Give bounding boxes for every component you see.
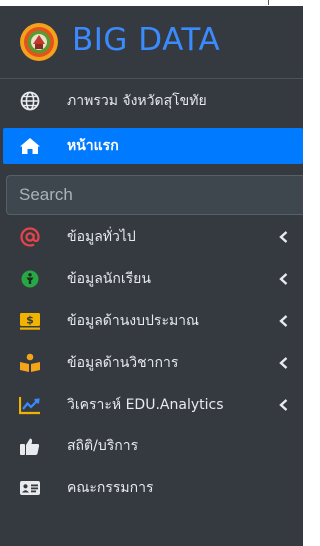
nav-item-student-info[interactable]: ข้อมูลนักเรียน bbox=[0, 261, 303, 297]
thumbs-up-icon bbox=[20, 438, 40, 455]
nav-item-overview[interactable]: ภาพรวม จังหวัดสุโขทัย bbox=[0, 83, 303, 119]
nav-item-student-info-label: ข้อมูลนักเรียน bbox=[67, 271, 151, 287]
nav-item-statistics-label: สถิติ/บริการ bbox=[67, 438, 139, 454]
at-sign-icon bbox=[20, 227, 40, 247]
book-reader-icon bbox=[20, 353, 40, 372]
sidebar-search-input[interactable] bbox=[6, 175, 303, 215]
seal-logo-icon bbox=[20, 23, 58, 61]
svg-text:$: $ bbox=[26, 314, 34, 327]
chevron-left-icon bbox=[279, 357, 288, 369]
nav-item-general-info[interactable]: ข้อมูลทั่วไป bbox=[0, 219, 303, 255]
id-card-icon bbox=[20, 481, 40, 495]
globe-icon bbox=[20, 91, 40, 111]
brand-link[interactable]: BIG DATA bbox=[0, 6, 303, 79]
nav-item-committee-label: คณะกรรมการ bbox=[67, 480, 154, 496]
chevron-left-icon bbox=[279, 273, 288, 285]
nav-item-academic-info-label: ข้อมูลด้านวิชาการ bbox=[67, 355, 179, 371]
nav-item-home-label: หน้าแรก bbox=[67, 138, 119, 154]
chart-line-icon bbox=[19, 397, 40, 415]
money-icon: $ bbox=[20, 313, 40, 330]
nav-item-general-info-label: ข้อมูลทั่วไป bbox=[67, 229, 136, 245]
nav-item-budget-info-label: ข้อมูลด้านงบประมาณ bbox=[67, 313, 200, 329]
nav-item-overview-label: ภาพรวม จังหวัดสุโขทัย bbox=[67, 93, 207, 109]
top-edge-mark bbox=[268, 0, 269, 5]
nav-item-analytics-label: วิเคราะห์ EDU.Analytics bbox=[67, 397, 224, 413]
home-icon bbox=[20, 138, 40, 154]
sidebar: BIG DATA ภาพรวม จังหวัดสุโขทัย หน้าแรก ข… bbox=[0, 6, 303, 546]
chevron-left-icon bbox=[279, 315, 288, 327]
brand-title: BIG DATA bbox=[72, 22, 221, 58]
student-icon bbox=[21, 270, 39, 288]
nav-item-analytics[interactable]: วิเคราะห์ EDU.Analytics bbox=[0, 387, 303, 423]
nav-item-home[interactable]: หน้าแรก bbox=[3, 128, 303, 164]
nav-item-budget-info[interactable]: $ ข้อมูลด้านงบประมาณ bbox=[0, 303, 303, 339]
nav-item-committee[interactable]: คณะกรรมการ bbox=[0, 470, 303, 506]
nav-item-statistics[interactable]: สถิติ/บริการ bbox=[0, 428, 303, 464]
chevron-left-icon bbox=[279, 231, 288, 243]
chevron-left-icon bbox=[279, 399, 288, 411]
nav-item-academic-info[interactable]: ข้อมูลด้านวิชาการ bbox=[0, 345, 303, 381]
